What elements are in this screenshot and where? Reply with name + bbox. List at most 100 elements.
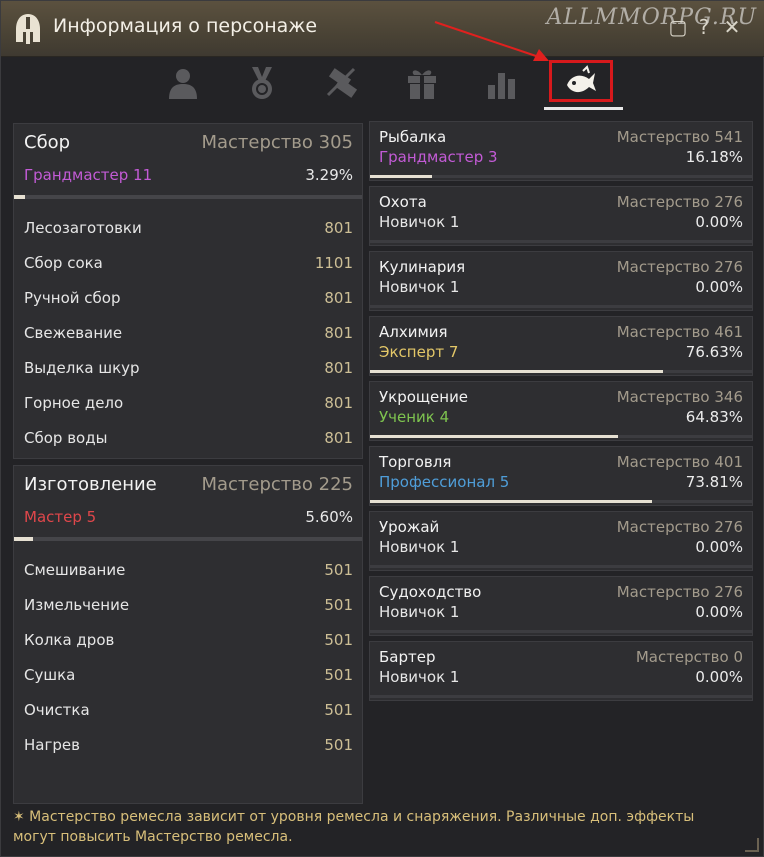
skill-progress-bar [370,500,752,503]
skill-rank: Эксперт 7 [379,343,459,361]
crafting-skill-row: Очистка 501 [24,701,353,723]
gathering-skill-value: 801 [324,219,353,237]
crafting-skill-name: Смешивание [24,561,126,579]
skill-percent: 64.83% [685,408,743,426]
skill-progress-bar [370,305,752,308]
restore-button[interactable]: ▢ [667,15,689,41]
skill-name: Рыбалка [379,128,447,146]
skill-mastery: Мастерство 276 [616,583,743,601]
skill-card[interactable]: Бартер Мастерство 0 Новичок 1 0.00% [369,641,753,701]
gathering-skill-name: Лесозаготовки [24,219,142,237]
skill-rank: Новичок 1 [379,278,460,296]
crafting-skill-value: 501 [324,596,353,614]
skill-name: Охота [379,193,427,211]
skill-card[interactable]: Торговля Мастерство 401 Профессионал 5 73.8… [369,446,753,506]
skill-mastery: Мастерство 276 [616,193,743,211]
crafting-skill-name: Колка дров [24,631,115,649]
skill-percent: 0.00% [695,278,743,296]
crafting-skill-row: Нагрев 501 [24,736,353,758]
skill-rank: Новичок 1 [379,668,460,686]
skill-progress-bar [370,240,752,243]
gathering-panel: Сбор Мастерство 305 Грандмастер 11 3.29%… [13,123,363,459]
tab-stats[interactable] [474,61,530,105]
skill-progress-fill [370,435,618,438]
skill-mastery: Мастерство 461 [616,323,743,341]
title-bar[interactable]: Информация о персонаже ALLMMORPG.RU ▢ ? … [1,1,764,57]
skill-mastery: Мастерство 401 [616,453,743,471]
skill-percent: 16.18% [685,148,743,166]
skill-name: Кулинария [379,258,466,276]
gathering-skill-row: Сбор сока 1101 [24,254,353,276]
helmet-icon [16,14,40,44]
gathering-progress-bar [14,195,362,199]
gathering-skill-name: Ручной сбор [24,289,121,307]
gathering-skill-name: Выделка шкур [24,359,140,377]
skill-rank: Профессионал 5 [379,473,510,491]
gathering-skill-row: Сбор воды 801 [24,429,353,451]
skill-progress-fill [370,370,663,373]
crafting-skill-value: 501 [324,631,353,649]
footer-line-1: ✶ Мастерство ремесла зависит от уровня р… [13,809,695,825]
gathering-skill-value: 801 [324,289,353,307]
crafting-skill-name: Сушка [24,666,76,684]
skill-card[interactable]: Алхимия Мастерство 461 Эксперт 7 76.63% [369,316,753,376]
skill-card[interactable]: Судоходство Мастерство 276 Новичок 1 0.00% [369,576,753,636]
gathering-progress-fill [14,195,26,199]
character-info-window: Информация о персонаже ALLMMORPG.RU ▢ ? … [0,0,764,857]
skill-name: Судоходство [379,583,482,601]
crafting-skill-row: Сушка 501 [24,666,353,688]
tab-knowledge[interactable] [314,61,370,105]
gathering-skill-value: 801 [324,394,353,412]
skill-mastery: Мастерство 276 [616,258,743,276]
skill-percent: 0.00% [695,668,743,686]
gathering-skill-row: Свежевание 801 [24,324,353,346]
skill-percent: 0.00% [695,213,743,231]
skill-progress-bar [370,370,752,373]
active-tab-highlight [549,60,613,102]
close-button[interactable]: ✕ [721,15,743,41]
skill-progress-fill [370,175,432,178]
skill-percent: 73.81% [685,473,743,491]
help-button[interactable]: ? [693,15,715,41]
crafting-percent: 5.60% [305,508,353,526]
crafting-skill-value: 501 [324,701,353,719]
skill-card[interactable]: Кулинария Мастерство 276 Новичок 1 0.00% [369,251,753,311]
gathering-skill-name: Сбор воды [24,429,108,447]
crafting-skill-name: Очистка [24,701,90,719]
gathering-title: Сбор [24,132,71,153]
skill-card[interactable]: Охота Мастерство 276 Новичок 1 0.00% [369,186,753,246]
tab-profile[interactable] [155,61,211,105]
skill-progress-bar [370,630,752,633]
crafting-skill-row: Колка дров 501 [24,631,353,653]
skill-rank: Грандмастер 3 [379,148,498,166]
skill-progress-fill [370,500,652,503]
skill-card[interactable]: Рыбалка Мастерство 541 Грандмастер 3 16.18% [369,121,753,181]
skill-progress-bar [370,695,752,698]
skill-name: Укрощение [379,388,469,406]
crafting-skill-value: 501 [324,561,353,579]
crafting-skill-name: Нагрев [24,736,80,754]
gathering-skill-name: Свежевание [24,324,123,342]
gathering-skill-row: Лесозаготовки 801 [24,219,353,241]
bar-chart-icon [488,73,515,99]
gathering-mastery: Мастерство 305 [201,132,353,153]
tab-bar [1,57,764,111]
gathering-skill-value: 801 [324,429,353,447]
skill-name: Алхимия [379,323,448,341]
skill-percent: 0.00% [695,538,743,556]
gift-icon [408,70,436,99]
skill-mastery: Мастерство 346 [616,388,743,406]
crafting-rank: Мастер 5 [24,508,97,526]
window-title: Информация о персонаже [53,15,318,37]
skill-name: Бартер [379,648,436,666]
annotation-arrow [434,21,549,61]
skill-progress-bar [370,435,752,438]
tab-rewards[interactable] [394,61,450,105]
crafting-mastery: Мастерство 225 [201,474,353,495]
resize-grip[interactable] [745,838,759,852]
crafting-skill-row: Измельчение 501 [24,596,353,618]
skill-card[interactable]: Урожай Мастерство 276 Новичок 1 0.00% [369,511,753,571]
tab-achievements[interactable] [234,61,290,105]
skill-rank: Ученик 4 [379,408,450,426]
skill-card[interactable]: Укрощение Мастерство 346 Ученик 4 64.83% [369,381,753,441]
